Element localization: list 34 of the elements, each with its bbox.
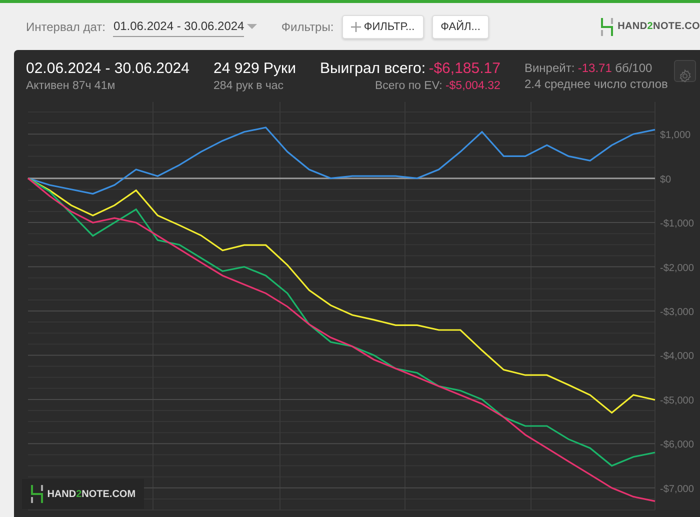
y-axis-label: -$5,000 bbox=[660, 395, 694, 406]
add-filter-button[interactable]: ФИЛЬТР... bbox=[342, 14, 424, 38]
winrate-value: -13.71 bbox=[578, 60, 612, 76]
date-range-dropdown[interactable]: 01.06.2024 - 30.06.2024 bbox=[113, 16, 258, 36]
settings-button[interactable] bbox=[674, 60, 696, 82]
hands-count: 24 929 Руки bbox=[213, 60, 296, 78]
logo-text: HAND2NOTE.CO bbox=[618, 20, 700, 34]
filters-label: Фильтры: bbox=[281, 18, 334, 36]
plus-icon bbox=[350, 22, 361, 32]
date-range-label: Интервал дат: bbox=[26, 18, 106, 36]
tables-count: 2.4 среднее число столов bbox=[524, 76, 668, 92]
logo-icon bbox=[600, 18, 614, 36]
y-axis-label: -$6,000 bbox=[660, 440, 694, 451]
won-label: Выиграл всего: bbox=[320, 60, 426, 78]
y-axis-label: $1,000 bbox=[660, 130, 691, 142]
hands-per-hour: 284 рук в час bbox=[213, 79, 285, 94]
period-title: 02.06.2024 - 30.06.2024 bbox=[26, 60, 190, 78]
ev-label: Всего по EV: bbox=[374, 79, 442, 94]
won-value: -$6,185.17 bbox=[428, 60, 500, 78]
y-axis-label: -$7,000 bbox=[660, 484, 694, 495]
caret-icon bbox=[247, 24, 258, 30]
y-axis-label: -$4,000 bbox=[660, 351, 694, 362]
logo-icon bbox=[30, 485, 44, 503]
winrate-unit: бб/100 bbox=[615, 60, 652, 76]
ev-value: -$5,004.32 bbox=[445, 79, 500, 94]
y-axis-label: -$1,000 bbox=[660, 218, 694, 230]
y-axis-label: -$3,000 bbox=[660, 307, 694, 318]
active-time: Активен 87ч 41м bbox=[26, 79, 116, 94]
settings-icon bbox=[678, 68, 692, 83]
y-axis-label: -$2,000 bbox=[660, 262, 694, 274]
y-axis-label: $0 bbox=[660, 174, 672, 186]
file-button[interactable]: ФАЙЛ... bbox=[432, 14, 490, 38]
logo-text: HAND2NOTE.COM bbox=[47, 488, 136, 502]
winrate-label: Винрейт: bbox=[524, 60, 575, 76]
